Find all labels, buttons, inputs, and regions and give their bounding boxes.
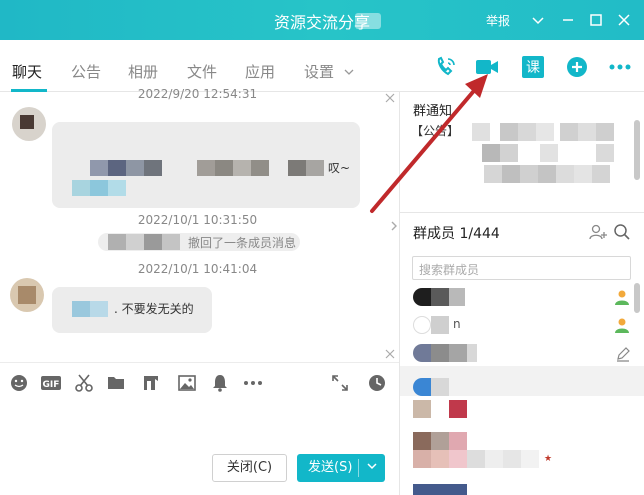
title-bar: 资源交流分享 举报 [0, 0, 644, 40]
tab-bar: 聊天 公告 相册 文件 应用 设置 课 [0, 40, 644, 92]
list-item[interactable]: n [400, 312, 634, 338]
admin-icon [613, 288, 631, 306]
chevron-down-icon[interactable] [528, 10, 548, 30]
message-timestamp: 2022/9/20 12:54:31 [137, 87, 258, 101]
list-item[interactable] [400, 484, 634, 495]
message-timestamp: 2022/10/1 10:31:50 [137, 213, 258, 227]
minimize-icon[interactable] [558, 10, 578, 30]
image-icon[interactable] [177, 373, 197, 393]
close-button[interactable]: 关闭(C) [212, 454, 287, 482]
list-item[interactable] [400, 284, 634, 310]
search-icon[interactable] [613, 223, 631, 241]
tab-settings[interactable]: 设置 [304, 61, 355, 82]
composer-toolbar: GIF [0, 362, 399, 402]
send-divider [358, 459, 359, 477]
list-item[interactable] [400, 340, 634, 366]
tab-apps[interactable]: 应用 [245, 61, 275, 82]
bell-icon[interactable] [210, 373, 230, 393]
video-call-icon[interactable] [474, 55, 500, 79]
emoji-icon[interactable] [9, 373, 29, 393]
report-button[interactable]: 举报 [486, 12, 510, 29]
tab-files[interactable]: 文件 [187, 61, 217, 82]
voice-call-icon[interactable] [433, 55, 459, 79]
system-message-text: 撤回了一条成员消息 [188, 236, 297, 250]
chevron-right-icon[interactable] [389, 218, 399, 232]
chevron-down-icon[interactable] [361, 454, 383, 482]
more-icon[interactable] [607, 55, 633, 79]
avatar[interactable] [12, 107, 46, 141]
avatar[interactable] [10, 278, 44, 312]
title-redacted [355, 13, 381, 29]
notice-title: 群通知 [413, 104, 453, 119]
send-button-label: 发送(S) [308, 460, 353, 475]
gif-text: GIF [43, 380, 60, 390]
course-icon[interactable]: 课 [520, 55, 546, 79]
add-icon[interactable] [565, 55, 591, 79]
message-text: 叹~ [328, 161, 351, 175]
folder-icon[interactable] [106, 373, 126, 393]
member-list: n ★ [400, 284, 634, 495]
close-icon[interactable] [385, 348, 395, 362]
message-text: . 不要发无关的 [114, 302, 194, 316]
notice-scrollbar[interactable] [634, 120, 640, 180]
course-icon-text: 课 [526, 60, 540, 76]
expand-icon[interactable] [330, 373, 350, 393]
notice-content[interactable] [400, 120, 634, 200]
maximize-icon[interactable] [586, 10, 606, 30]
gif-icon[interactable]: GIF [40, 373, 62, 393]
list-item[interactable]: ★ [400, 432, 634, 470]
more-tools-icon[interactable] [242, 373, 264, 393]
tab-chat[interactable]: 聊天 [12, 61, 42, 82]
red-packet-icon[interactable] [141, 373, 161, 393]
message-bubble: . 不要发无关的 [52, 287, 212, 333]
send-button[interactable]: 发送(S) [297, 454, 385, 482]
list-item[interactable] [400, 396, 634, 422]
member-scrollbar[interactable] [634, 283, 640, 313]
add-member-icon[interactable] [589, 223, 607, 241]
tab-album[interactable]: 相册 [128, 61, 158, 82]
edit-icon[interactable] [615, 346, 631, 362]
admin-icon [613, 316, 631, 334]
sidebar-divider [400, 212, 644, 213]
history-icon[interactable] [367, 373, 387, 393]
member-search-input[interactable]: 搜索群成员 [412, 256, 631, 280]
members-title: 群成员 1/444 [413, 226, 500, 242]
message-bubble: 叹~ [52, 122, 360, 208]
member-search-placeholder: 搜索群成员 [419, 263, 480, 277]
tab-announcement[interactable]: 公告 [71, 61, 101, 82]
tab-settings-label: 设置 [304, 63, 335, 81]
scissors-icon[interactable] [74, 373, 94, 393]
chat-area[interactable]: 2022/9/20 12:54:31 叹~ 2022/10/1 10:31:50… [0, 87, 395, 362]
message-timestamp: 2022/10/1 10:41:04 [137, 262, 258, 276]
chevron-down-icon [344, 69, 354, 75]
close-icon[interactable] [614, 10, 634, 30]
